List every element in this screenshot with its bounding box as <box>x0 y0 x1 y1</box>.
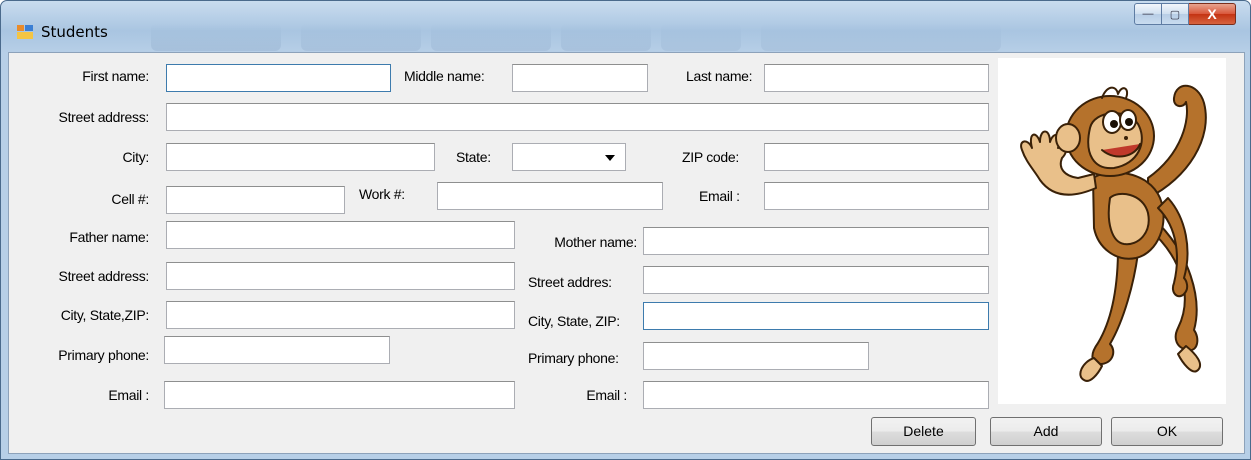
first-name-field[interactable] <box>166 64 391 92</box>
close-icon: X <box>1207 6 1217 22</box>
mother-city-state-zip-field[interactable] <box>643 302 989 330</box>
father-email-field[interactable] <box>164 381 515 409</box>
middle-name-label: Middle name: <box>404 68 485 84</box>
maximize-button[interactable]: ▢ <box>1162 3 1189 25</box>
add-button[interactable]: Add <box>990 417 1102 446</box>
work-label: Work #: <box>359 186 405 202</box>
father-street-field[interactable] <box>166 262 515 290</box>
ok-button[interactable]: OK <box>1111 417 1223 446</box>
father-phone-field[interactable] <box>164 336 390 364</box>
mother-name-field[interactable] <box>643 227 989 255</box>
mother-email-field[interactable] <box>643 381 989 409</box>
email-field[interactable] <box>764 182 989 210</box>
minimize-button[interactable]: — <box>1134 3 1162 25</box>
mother-street-label: Street addres: <box>528 274 612 290</box>
monkey-image <box>1020 84 1207 382</box>
delete-button[interactable]: Delete <box>871 417 976 446</box>
zip-code-field[interactable] <box>764 143 989 171</box>
student-picture <box>998 58 1226 404</box>
father-phone-label: Primary phone: <box>58 347 149 363</box>
cell-field[interactable] <box>166 186 345 214</box>
student-form: First name: Middle name: Last name: Stre… <box>8 52 1245 454</box>
state-dropdown[interactable] <box>512 143 626 171</box>
email-label: Email : <box>699 188 740 204</box>
cell-label: Cell #: <box>111 191 149 207</box>
father-street-label: Street address: <box>58 268 150 284</box>
city-field[interactable] <box>166 143 435 171</box>
father-name-label: Father name: <box>69 229 149 245</box>
middle-name-field[interactable] <box>512 64 648 92</box>
father-city-state-zip-label: City, State,ZIP: <box>60 307 150 323</box>
first-name-label: First name: <box>82 68 149 84</box>
father-city-state-zip-field[interactable] <box>166 301 515 329</box>
close-button[interactable]: X <box>1189 3 1236 25</box>
last-name-label: Last name: <box>686 68 753 84</box>
window-title: Students <box>41 23 108 41</box>
maximize-icon: ▢ <box>1169 8 1181 21</box>
work-field[interactable] <box>437 182 663 210</box>
street-address-field[interactable] <box>166 103 989 131</box>
father-email-label: Email : <box>108 387 149 403</box>
city-label: City: <box>122 149 149 165</box>
mother-street-field[interactable] <box>643 266 989 294</box>
last-name-field[interactable] <box>764 64 989 92</box>
minimize-icon: — <box>1142 8 1154 20</box>
mother-name-label: Mother name: <box>554 234 637 250</box>
mother-email-label: Email : <box>586 387 627 403</box>
zip-code-label: ZIP code: <box>682 149 739 165</box>
street-address-label: Street address: <box>58 109 150 125</box>
chevron-down-icon[interactable] <box>605 155 615 161</box>
mother-phone-label: Primary phone: <box>528 350 619 366</box>
title-bar[interactable]: Students — ▢ X <box>1 1 1250 51</box>
father-name-field[interactable] <box>166 221 515 249</box>
form-icon <box>17 25 33 39</box>
mother-city-state-zip-label: City, State, ZIP: <box>528 313 620 329</box>
mother-phone-field[interactable] <box>643 342 869 370</box>
state-label: State: <box>456 149 491 165</box>
students-window: Students — ▢ X First name: Middle name: … <box>0 0 1251 460</box>
